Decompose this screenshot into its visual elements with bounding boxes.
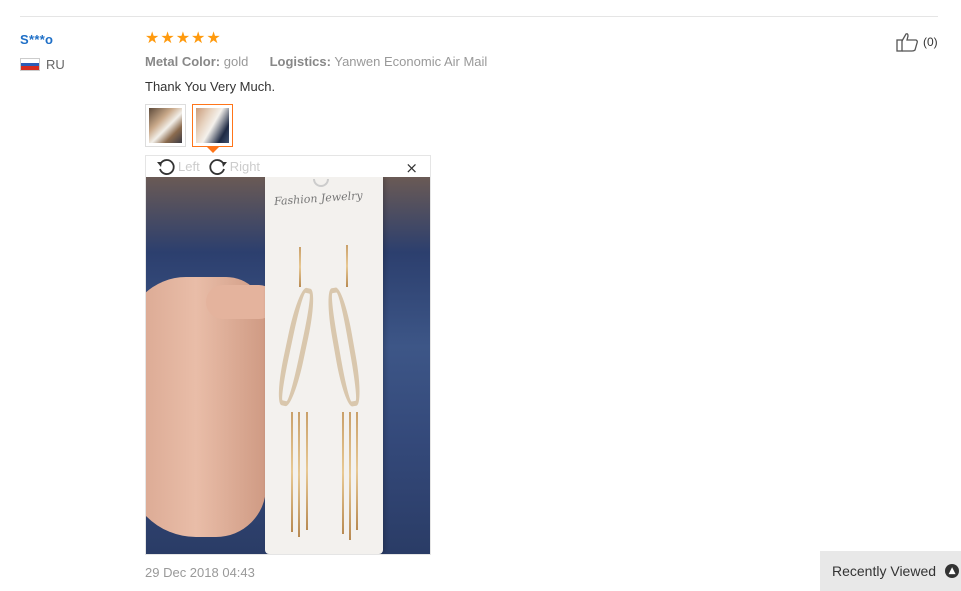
rotate-right-button[interactable]: Right: [208, 157, 260, 177]
attribute-key: Logistics:: [269, 54, 331, 69]
helpful-button[interactable]: (0): [896, 32, 938, 52]
star-rating: ★ ★ ★ ★ ★: [145, 30, 221, 46]
rotate-left-button[interactable]: Left: [156, 157, 200, 177]
attribute-key: Metal Color:: [145, 54, 221, 69]
order-attributes: Metal Color: gold Logistics: Yanwen Econ…: [145, 54, 487, 69]
review-divider: [20, 16, 938, 17]
review-photo-thumbnails: [145, 104, 233, 147]
photo-thumbnail[interactable]: [145, 104, 186, 147]
thumbs-up-icon: [896, 33, 918, 52]
star-icon: ★: [160, 28, 175, 47]
close-icon[interactable]: ×: [405, 159, 418, 177]
attribute-value: Yanwen Economic Air Mail: [334, 54, 488, 69]
star-icon: ★: [206, 28, 221, 47]
star-icon: ★: [145, 28, 160, 47]
helpful-count: (0): [923, 35, 938, 49]
review-photo: Fashion Jewelry: [146, 177, 430, 554]
rotate-right-icon: [209, 158, 227, 175]
viewer-toolbar: Left Right ×: [146, 156, 430, 177]
active-thumbnail-pointer: [207, 147, 219, 153]
recently-viewed-label: Recently Viewed: [832, 563, 937, 579]
attribute-value: gold: [223, 54, 249, 69]
review-date: 29 Dec 2018 04:43: [145, 565, 255, 580]
reviewer-name[interactable]: S***o: [20, 32, 53, 47]
rotate-left-label: Left: [178, 159, 200, 174]
reviewer-country: RU: [20, 57, 65, 72]
chevron-up-icon: ▲: [945, 564, 960, 578]
review-text: Thank You Very Much.: [145, 79, 276, 94]
photo-viewer: Left Right × Fashion Jewelry: [145, 155, 431, 555]
rotate-right-label: Right: [229, 159, 261, 174]
russia-flag-icon: [20, 58, 40, 71]
star-icon: ★: [175, 28, 191, 47]
star-icon: ★: [191, 28, 206, 47]
photo-thumbnail-active[interactable]: [192, 104, 233, 147]
rotate-left-icon: [157, 158, 175, 175]
recently-viewed-button[interactable]: Recently Viewed ▲: [820, 551, 961, 591]
country-code: RU: [46, 57, 65, 72]
